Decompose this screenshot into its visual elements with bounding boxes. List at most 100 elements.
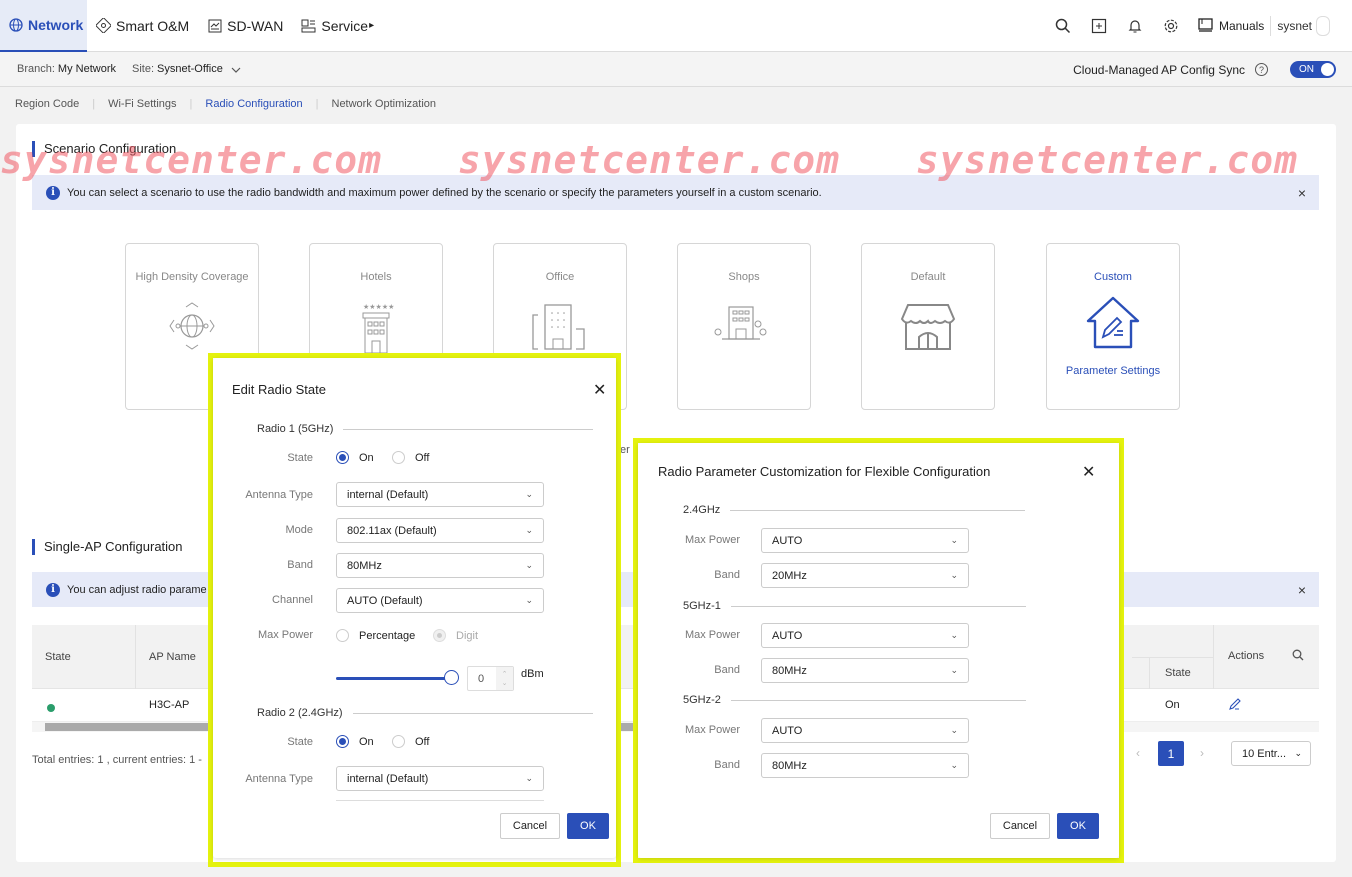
sync-label: Cloud-Managed AP Config Sync	[1073, 62, 1245, 77]
toggle-knob	[1321, 63, 1334, 76]
partial-text: er	[620, 444, 630, 456]
nav-service[interactable]: Service ▸	[292, 0, 383, 52]
chevron-down-icon: ⌄	[950, 535, 958, 545]
cancel-button[interactable]: Cancel	[500, 813, 560, 839]
book-icon	[1198, 17, 1213, 35]
col-actions: Actions	[1228, 650, 1265, 662]
band-2-4ghz-select[interactable]: 20MHz ⌄	[761, 563, 969, 588]
close-icon[interactable]: ×	[1298, 582, 1306, 598]
radio2-group: Radio 2 (2.4GHz)	[257, 707, 593, 719]
user-menu[interactable]: sysnet	[1270, 16, 1330, 36]
next-page-icon[interactable]: ›	[1200, 746, 1204, 760]
radio-button[interactable]	[336, 629, 349, 642]
radio1-state-off[interactable]: Off	[392, 451, 429, 464]
divider	[343, 428, 594, 430]
stepper[interactable]: ⌃ ⌄	[496, 667, 513, 690]
ok-button[interactable]: OK	[1057, 813, 1099, 839]
close-icon[interactable]: ×	[1298, 185, 1306, 201]
radio-button[interactable]	[336, 451, 349, 464]
chevron-down-icon: ⌄	[1294, 748, 1302, 758]
power-input[interactable]: 0 ⌃ ⌄	[467, 666, 514, 691]
tab-radio-configuration[interactable]: Radio Configuration	[205, 98, 302, 110]
group-label: Radio 1 (5GHz)	[257, 423, 334, 435]
help-icon[interactable]: ?	[1255, 63, 1268, 76]
edit-icon[interactable]	[1228, 697, 1242, 714]
tab-network-optimization[interactable]: Network Optimization	[332, 98, 437, 110]
scenario-title: Scenario Configuration	[32, 141, 176, 157]
radio1-channel-select[interactable]: AUTO (Default) ⌄	[336, 588, 544, 613]
band-5ghz-1-select[interactable]: 80MHz ⌄	[761, 658, 969, 683]
state-label: State	[287, 736, 313, 748]
gear-icon[interactable]	[1162, 17, 1180, 35]
card-title: High Density Coverage	[135, 271, 249, 283]
stepper-up-icon[interactable]: ⌃	[502, 670, 508, 679]
col-ap-name[interactable]: AP Name	[149, 651, 196, 663]
divider	[352, 712, 593, 714]
stepper-down-icon[interactable]: ⌄	[502, 679, 508, 688]
page-button-current[interactable]: 1	[1158, 741, 1184, 766]
site-selector[interactable]: Site: Sysnet-Office	[132, 62, 241, 76]
page-size-select[interactable]: 10 Entr... ⌄	[1231, 741, 1311, 766]
select-value: internal (Default)	[347, 488, 429, 501]
card-title: Default	[910, 271, 946, 283]
radio1-band-select[interactable]: 80MHz ⌄	[336, 553, 544, 578]
chevron-down-icon: ⌄	[525, 773, 533, 783]
radio-button[interactable]	[433, 629, 446, 642]
max-power-5ghz-1-select[interactable]: AUTO ⌄	[761, 623, 969, 648]
nav-network[interactable]: Network	[0, 0, 87, 52]
max-power-5ghz-2-select[interactable]: AUTO ⌄	[761, 718, 969, 743]
chevron-down-icon: ⌄	[950, 630, 958, 640]
radio2-antenna-select[interactable]: internal (Default) ⌄	[336, 766, 544, 791]
radio1-state-on[interactable]: On	[336, 451, 374, 464]
scenario-card-default[interactable]: Default	[861, 243, 995, 410]
col-divider	[1213, 625, 1214, 689]
radio-button[interactable]	[336, 735, 349, 748]
ok-button[interactable]: OK	[567, 813, 609, 839]
add-icon[interactable]	[1090, 17, 1108, 35]
radio-button[interactable]	[392, 735, 405, 748]
radio2-state-on[interactable]: On	[336, 735, 374, 748]
parameter-settings-link[interactable]: Parameter Settings	[1047, 365, 1179, 377]
band-5ghz-2-select[interactable]: 80MHz ⌄	[761, 753, 969, 778]
table-search-icon[interactable]	[1292, 649, 1304, 664]
bell-icon[interactable]	[1126, 17, 1144, 35]
slider-handle[interactable]	[444, 670, 459, 685]
tab-region-code[interactable]: Region Code	[15, 98, 79, 110]
group-label: Radio 2 (2.4GHz)	[257, 707, 343, 719]
cancel-button[interactable]: Cancel	[990, 813, 1050, 839]
ap-name[interactable]: H3C-AP	[149, 699, 189, 711]
mode-label: Mode	[285, 524, 313, 536]
band-label: Band	[714, 664, 740, 676]
max-power-2-4ghz-select[interactable]: AUTO ⌄	[761, 528, 969, 553]
radio1-antenna-select[interactable]: internal (Default) ⌄	[336, 482, 544, 507]
radio-button[interactable]	[392, 451, 405, 464]
select-value: internal (Default)	[347, 772, 429, 785]
close-icon[interactable]: ✕	[593, 380, 606, 400]
group-label: 2.4GHz	[683, 504, 721, 516]
svg-text:★★★★★: ★★★★★	[363, 303, 394, 311]
search-icon[interactable]	[1054, 17, 1072, 35]
max-power-label: Max Power	[257, 629, 313, 641]
manuals-link[interactable]: Manuals	[1198, 17, 1264, 35]
radio-label: Digit	[456, 629, 479, 642]
scenario-card-shops[interactable]: Shops	[677, 243, 811, 410]
radio2-state-off[interactable]: Off	[392, 735, 429, 748]
dialog-title: Radio Parameter Customization for Flexib…	[658, 464, 991, 479]
power-mode-digit[interactable]: Digit	[433, 629, 478, 642]
power-slider[interactable]	[336, 670, 459, 685]
prev-page-icon[interactable]: ‹	[1136, 746, 1140, 760]
antenna-label: Antenna Type	[245, 773, 313, 785]
col-state: State	[45, 651, 71, 663]
radio1-mode-select[interactable]: 802.11ax (Default) ⌄	[336, 518, 544, 543]
power-mode-percentage[interactable]: Percentage	[336, 629, 415, 642]
max-power-label: Max Power	[684, 629, 740, 641]
close-icon[interactable]: ✕	[1082, 462, 1095, 482]
sync-toggle[interactable]: ON	[1290, 61, 1336, 78]
chevron-down-icon: ⌄	[950, 760, 958, 770]
scenario-card-custom[interactable]: Custom Parameter Settings	[1046, 243, 1180, 410]
tab-wifi-settings[interactable]: Wi-Fi Settings	[108, 98, 176, 110]
chart-box-icon	[207, 18, 222, 33]
nav-smart-om[interactable]: Smart O&M	[87, 0, 198, 52]
chevron-down-icon: ⌄	[950, 725, 958, 735]
nav-sd-wan[interactable]: SD-WAN	[198, 0, 292, 52]
